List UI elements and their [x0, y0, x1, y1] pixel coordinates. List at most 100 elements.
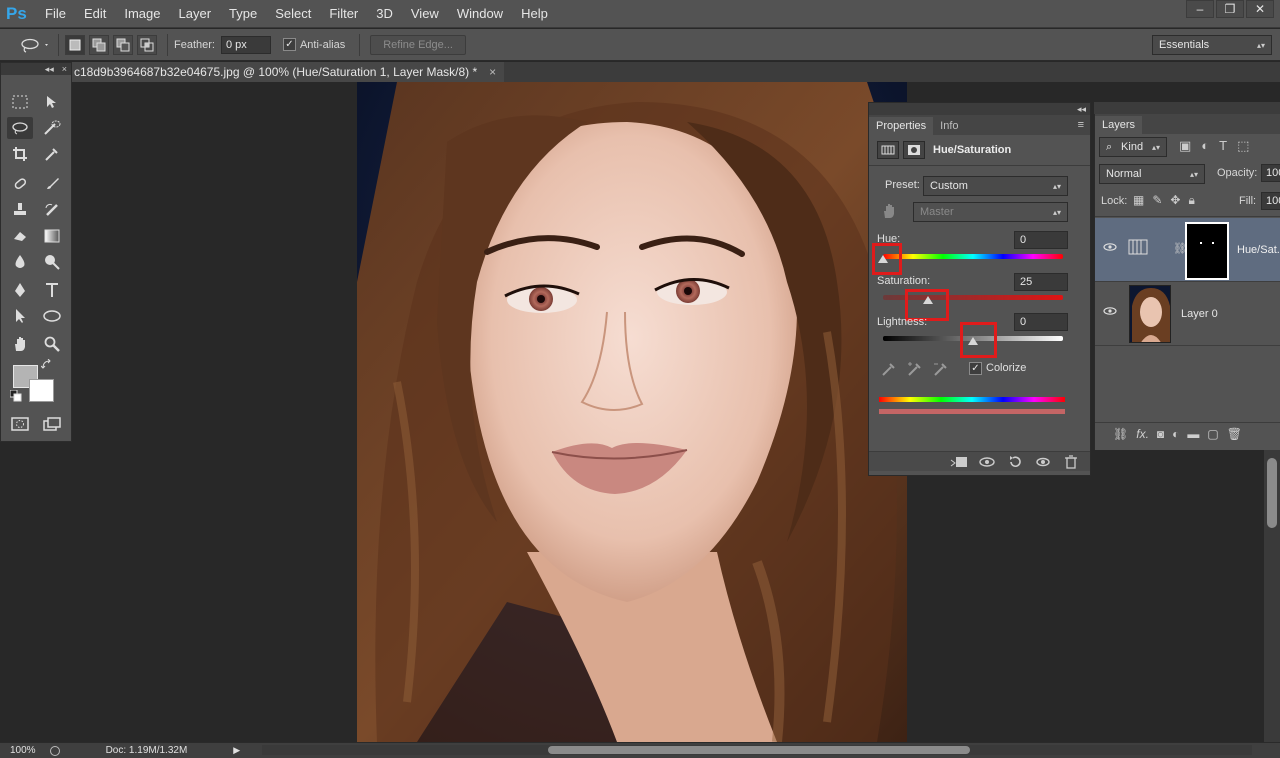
feather-input[interactable]: 0 px [220, 35, 271, 54]
add-mask-icon[interactable]: ◙ [1157, 427, 1164, 441]
restore-button[interactable]: ❐ [1216, 0, 1244, 18]
screen-mode-icon[interactable] [39, 413, 65, 435]
right-scrollbar-thumb[interactable] [1267, 458, 1277, 528]
hand-tool-icon[interactable] [7, 333, 33, 355]
zoom-tool-icon[interactable] [39, 333, 65, 355]
antialias-checkbox[interactable]: ✓ [282, 38, 296, 51]
blur-tool-icon[interactable] [7, 251, 33, 273]
menu-help[interactable]: Help [512, 6, 557, 21]
reset-icon[interactable] [1004, 453, 1026, 471]
history-brush-tool-icon[interactable] [39, 199, 65, 221]
menu-file[interactable]: File [36, 6, 75, 21]
type-tool-icon[interactable] [39, 279, 65, 301]
brush-tool-icon[interactable] [39, 173, 65, 195]
menu-3d[interactable]: 3D [367, 6, 402, 21]
share-icon[interactable] [49, 745, 60, 756]
close-window-button[interactable]: ✕ [1246, 0, 1274, 18]
visibility-eye-icon[interactable] [1103, 306, 1117, 319]
menu-view[interactable]: View [402, 6, 448, 21]
status-menu-arrow-icon[interactable]: ▶ [233, 745, 240, 756]
delete-adjustment-icon[interactable] [1060, 453, 1082, 471]
tab-info[interactable]: Info [933, 117, 965, 135]
properties-panel-collapse-bar[interactable]: ◂◂ [869, 103, 1090, 115]
path-selection-tool-icon[interactable] [7, 305, 33, 327]
menu-edit[interactable]: Edit [75, 6, 115, 21]
workspace-dropdown[interactable]: Essentials ▴▾ [1152, 35, 1272, 55]
clip-to-layer-icon[interactable] [948, 453, 970, 471]
zoom-level[interactable]: 100% [10, 745, 36, 756]
move-tool-icon[interactable] [39, 91, 65, 113]
new-adjustment-icon[interactable]: ◐ [1172, 427, 1179, 441]
menu-window[interactable]: Window [448, 6, 512, 21]
layer-name[interactable]: Hue/Sat... [1237, 244, 1280, 256]
layer-mask-thumbnail[interactable] [1185, 222, 1229, 280]
crop-tool-icon[interactable] [7, 143, 33, 165]
tab-layers[interactable]: Layers [1095, 116, 1143, 134]
lasso-tool-icon[interactable] [7, 117, 33, 139]
refine-edge-button[interactable]: Refine Edge... [370, 34, 466, 55]
background-color-swatch[interactable] [29, 379, 54, 402]
colorize-checkbox[interactable]: ✓ [969, 362, 982, 375]
lock-position-icon[interactable]: ✥ [1170, 193, 1180, 208]
lasso-tool-preset-icon[interactable] [18, 34, 52, 56]
opacity-input[interactable]: 100% [1261, 164, 1280, 182]
layer-name[interactable]: Layer 0 [1181, 308, 1218, 320]
add-to-selection-icon[interactable] [89, 34, 109, 55]
menu-image[interactable]: Image [115, 6, 169, 21]
fx-icon[interactable]: fx. [1136, 427, 1149, 441]
delete-layer-icon[interactable]: 🗑︎ [1227, 427, 1242, 441]
horizontal-scrollbar-thumb[interactable] [548, 746, 970, 754]
lightness-value-input[interactable]: 0 [1014, 313, 1068, 331]
subtract-from-selection-icon[interactable] [113, 34, 133, 55]
swap-colors-icon[interactable] [39, 357, 55, 373]
minimize-button[interactable]: – [1186, 0, 1214, 18]
lock-transparent-icon[interactable]: ▦ [1133, 193, 1144, 208]
close-panel-icon[interactable]: × [62, 64, 67, 74]
toggle-visibility-icon[interactable] [1032, 453, 1054, 471]
quick-mask-icon[interactable] [7, 413, 33, 435]
lock-all-icon[interactable]: 🔒︎ [1188, 193, 1194, 208]
right-scrollbar-track[interactable] [1264, 450, 1280, 742]
tab-properties[interactable]: Properties [869, 117, 934, 135]
preset-dropdown[interactable]: Custom ▴▾ [923, 176, 1068, 196]
lock-image-icon[interactable]: ✎ [1152, 193, 1162, 208]
dodge-tool-icon[interactable] [39, 251, 65, 273]
eyedropper-tool-icon[interactable] [39, 143, 65, 165]
quick-selection-tool-icon[interactable] [39, 117, 65, 139]
adjustment-icon[interactable] [877, 141, 899, 159]
document-tab[interactable]: c18d9b3964687b32e04675.jpg @ 100% (Hue/S… [70, 62, 505, 82]
filter-pixel-icon[interactable]: ▣ [1179, 138, 1191, 154]
new-selection-icon[interactable] [65, 34, 85, 55]
layer-thumbnail[interactable] [1129, 285, 1171, 343]
default-colors-icon[interactable] [9, 389, 23, 403]
layer-row-layer-0[interactable]: Layer 0 [1095, 282, 1280, 346]
view-previous-state-icon[interactable] [976, 453, 998, 471]
eyedropper-minus-icon[interactable] [933, 361, 949, 380]
collapse-icon[interactable]: ◂◂ [1077, 104, 1086, 115]
ellipse-tool-icon[interactable] [39, 305, 65, 327]
hue-slider-track[interactable] [883, 254, 1063, 259]
eyedropper-plus-icon[interactable] [907, 361, 923, 380]
eyedropper-icon[interactable] [881, 361, 897, 380]
filter-kind-dropdown[interactable]: ⌕ Kind ▴▾ [1099, 137, 1167, 157]
document-canvas-image[interactable] [357, 82, 907, 742]
visibility-eye-icon[interactable] [1103, 242, 1117, 255]
doc-info[interactable]: Doc: 1.19M/1.32M [106, 745, 188, 756]
marquee-tool-icon[interactable] [7, 91, 33, 113]
healing-brush-tool-icon[interactable] [7, 173, 33, 195]
clone-stamp-tool-icon[interactable] [7, 199, 33, 221]
gradient-tool-icon[interactable] [39, 225, 65, 247]
eraser-tool-icon[interactable] [7, 225, 33, 247]
channel-dropdown[interactable]: Master ▴▾ [913, 202, 1068, 222]
menu-select[interactable]: Select [266, 6, 320, 21]
filter-type-icon[interactable]: T [1219, 138, 1227, 154]
blend-mode-dropdown[interactable]: Normal ▴▾ [1099, 164, 1205, 184]
new-group-icon[interactable]: ▬ [1187, 427, 1199, 441]
hue-value-input[interactable]: 0 [1014, 231, 1068, 249]
layer-row-hue-saturation[interactable]: ⛓︎ Hue/Sat... [1095, 218, 1280, 282]
targeted-adjustment-hand-icon[interactable] [881, 203, 897, 222]
pen-tool-icon[interactable] [7, 279, 33, 301]
fill-input[interactable]: 100% [1261, 192, 1280, 210]
panel-menu-icon[interactable]: ≡ [1072, 119, 1090, 135]
collapse-icon[interactable]: ◂◂ [45, 64, 54, 75]
